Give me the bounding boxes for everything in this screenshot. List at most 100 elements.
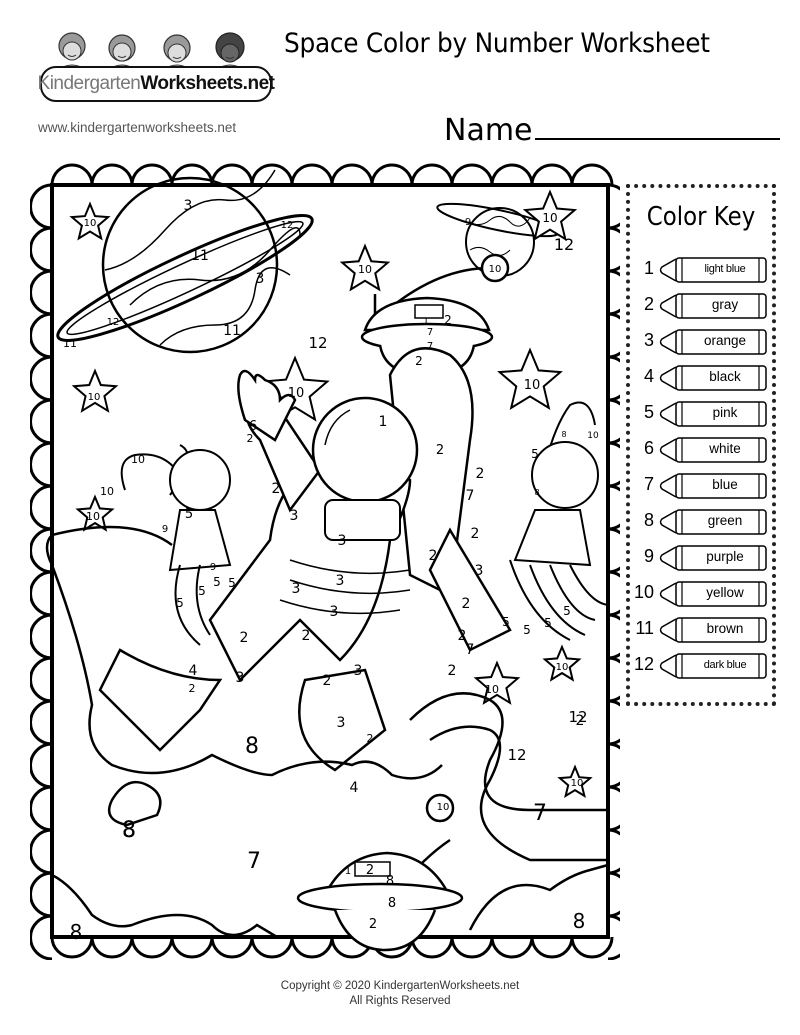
color-key-item: 4 black (632, 364, 772, 392)
region-number-ufo-bottom-dome-side: 2 (366, 863, 374, 878)
color-key-title: Color Key (646, 202, 756, 232)
region-number-astronaut-chest-panel: 3 (338, 533, 347, 549)
region-number-alien-left-tentacle-3: 5 (213, 575, 221, 589)
color-key-number: 9 (643, 546, 654, 566)
region-number-tether: 2 (576, 713, 585, 729)
region-number-astronaut-leg-left-band: 3 (236, 670, 245, 686)
region-number-astronaut-arm-left-band: 3 (290, 508, 299, 524)
region-number-star-lower-right-2: 10 (556, 662, 569, 673)
copyright-footer: Copyright © 2020 KindergartenWorksheets.… (0, 979, 800, 1009)
color-key-item: 2 gray (632, 292, 772, 320)
region-number-astronaut-collar: 2 (436, 443, 444, 458)
region-number-astronaut-arm-right-lower: 2 (462, 596, 471, 612)
crayon-color-label: brown (706, 621, 744, 636)
region-number-astronaut-torso-lower: 2 (302, 628, 311, 644)
region-number-ground-bottom-left: 8 (70, 920, 83, 944)
color-key-number: 11 (635, 618, 654, 638)
kids-illustration (57, 32, 245, 70)
region-number-star-left: 10 (88, 392, 101, 403)
region-number-alien-right-tentacle-4: 5 (563, 604, 571, 618)
crayon-color-label: gray (711, 297, 739, 312)
color-key-number: 5 (643, 402, 654, 422)
crayon-color-label: light blue (704, 263, 746, 275)
region-number-astronaut-torso-stripe-1: 3 (336, 573, 345, 589)
name-blank-line[interactable] (534, 112, 780, 140)
color-key-number: 7 (643, 474, 654, 494)
color-key-item: 9 purple (632, 544, 772, 572)
region-number-astronaut-helmet: 1 (379, 414, 388, 430)
region-number-ufo-bottom-rim: 8 (388, 896, 396, 911)
region-number-alien-left-antenna-2: 10 (100, 485, 114, 498)
region-number-ufo-top-rim-lower: 7 (427, 341, 433, 352)
region-number-star-top-right: 10 (542, 211, 557, 225)
region-number-astronaut-torso-stripe-2: 3 (330, 604, 339, 620)
region-number-ufo-bottom-window: 1 (345, 866, 351, 877)
region-number-alien-left-tentacle-2: 5 (198, 584, 206, 598)
rights-text: All Rights Reserved (349, 995, 451, 1007)
region-number-big-planet-lower-band: 3 (256, 271, 265, 287)
star-icon (71, 368, 119, 413)
name-label: Name (444, 113, 533, 148)
region-number-ground-bottom-right: 8 (573, 909, 586, 933)
name-field[interactable]: Name (444, 112, 780, 148)
region-number-big-planet-ring-right: 12 (281, 220, 294, 231)
region-number-crater: 8 (122, 818, 136, 843)
region-number-ufo-bottom-antenna-ball: 10 (437, 802, 450, 813)
region-number-alien-right-tentacle-2: 5 (523, 623, 531, 637)
color-key-item: 6 white (632, 436, 772, 464)
crayon-color-label: green (707, 513, 743, 528)
region-number-big-planet-top-band: 3 (184, 198, 193, 214)
region-number-ground-center: 8 (245, 734, 259, 759)
color-key: Color Key 1 light blue 2 gray 3 orange 4 black 5… (626, 184, 776, 706)
region-number-astronaut-boot-right: 4 (350, 780, 359, 796)
color-key-item: 8 green (632, 508, 772, 536)
region-number-star-left-lower: 10 (86, 510, 100, 523)
region-number-sky-tether-gap: 12 (507, 746, 526, 764)
region-number-ufo-bottom-base: 2 (369, 917, 377, 932)
logo-text-kindergarten: Kindergarten (37, 73, 141, 94)
color-key-item: 12 dark blue (632, 652, 772, 680)
region-number-star-top-left: 10 (84, 218, 97, 229)
region-number-jetpack-bottom-stripe: 7 (466, 642, 475, 658)
color-key-number: 6 (643, 438, 654, 458)
region-number-star-center-top: 10 (358, 263, 372, 276)
region-number-astronaut-leg-right-lower: 3 (337, 715, 346, 731)
region-number-alien-right-tentacle-1: 5 (502, 615, 510, 629)
coloring-picture: 31131112121110 9 1010 10121 27721210 10101622… (30, 163, 620, 960)
region-number-small-planet: 9 (465, 217, 471, 228)
logo-text-worksheets: Worksheets.net (140, 73, 275, 94)
region-number-star-lower-right-1: 10 (485, 683, 499, 696)
region-number-astronaut-boot-left-trim: 2 (189, 682, 196, 695)
region-number-astronaut-arm-right-band: 3 (475, 563, 484, 579)
region-number-sky-top-right: 12 (554, 235, 574, 254)
color-key-item: 1 light blue (632, 256, 772, 284)
region-number-astronaut-arm-left: 2 (272, 481, 281, 497)
logo-banner: Kindergarten Worksheets.net (37, 66, 275, 102)
color-key-item: 7 blue (632, 472, 772, 500)
region-number-big-planet-bottom-band: 11 (223, 323, 241, 339)
color-key-number: 4 (643, 366, 654, 386)
copyright-text: Copyright © 2020 KindergartenWorksheets.… (280, 980, 520, 992)
crayon-color-label: orange (703, 333, 747, 348)
color-key-item: 11 brown (632, 616, 772, 644)
region-number-alien-left-body: 9 (210, 562, 216, 573)
region-number-jetpack-lower: 2 (471, 526, 480, 542)
region-number-sky-bottom: 7 (247, 849, 261, 874)
region-number-astronaut-leg-right: 2 (323, 673, 332, 689)
region-number-alien-left-tentacle-4: 5 (228, 576, 236, 590)
region-number-jetpack-stripe: 7 (466, 488, 475, 504)
region-number-ufo-top-rim: 7 (427, 327, 433, 338)
crayon-color-label: blue (712, 477, 738, 492)
region-number-alien-right-body: 8 (534, 488, 539, 497)
region-number-star-right: 10 (524, 378, 541, 393)
crayon-color-label: purple (706, 549, 744, 564)
region-number-alien-right-helmet: 8 (561, 430, 566, 439)
region-number-star-lower-right-3: 10 (571, 778, 584, 789)
crayon-color-label: black (709, 369, 741, 384)
region-number-big-planet-middle-band: 11 (191, 248, 209, 264)
region-number-astronaut-cuff-left: 2 (247, 432, 254, 445)
region-number-alien-right-face: 5 (531, 447, 539, 461)
site-url: www.kindergartenworksheets.net (38, 120, 237, 135)
region-number-star-center: 10 (288, 386, 305, 401)
color-key-number: 8 (643, 510, 654, 530)
